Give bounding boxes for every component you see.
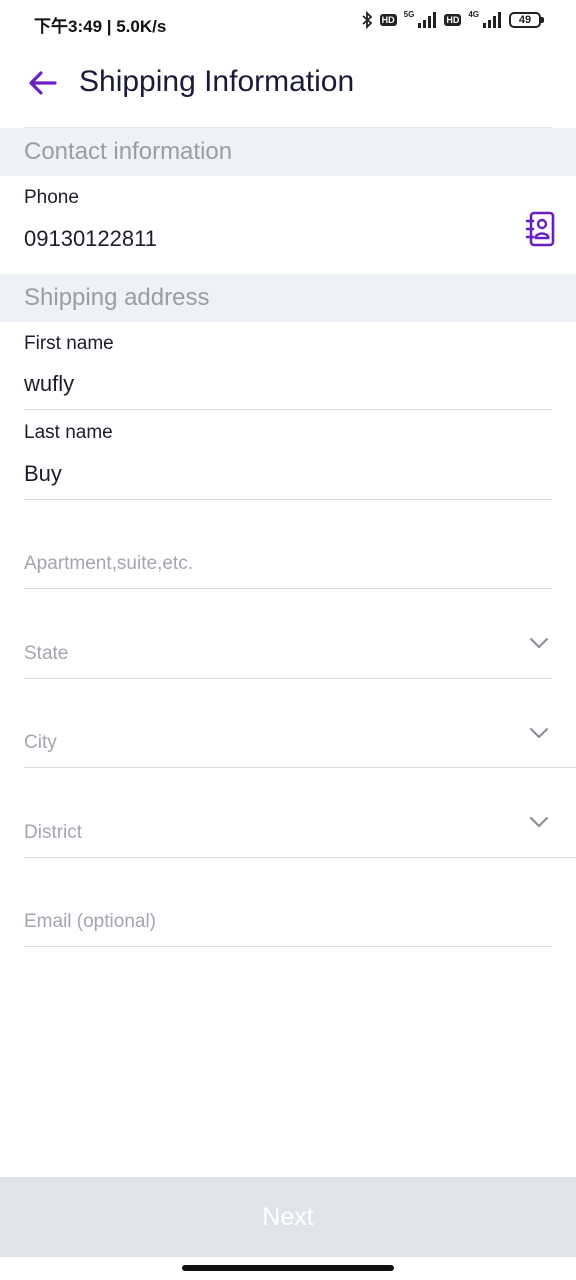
next-button[interactable]: Next bbox=[0, 1177, 576, 1257]
signal-icon-2 bbox=[483, 12, 501, 28]
email-field[interactable]: Email (optional) bbox=[24, 911, 156, 933]
chevron-down-icon[interactable] bbox=[528, 636, 550, 650]
divider bbox=[24, 409, 552, 410]
battery-icon: 49 bbox=[509, 12, 544, 28]
hd-badge-2: HD bbox=[444, 14, 462, 26]
back-button[interactable] bbox=[26, 66, 60, 100]
chevron-down-icon[interactable] bbox=[528, 815, 550, 829]
page-title: Shipping Information bbox=[79, 65, 355, 98]
district-select[interactable]: District bbox=[24, 822, 82, 844]
network-type-label: 5G bbox=[403, 9, 415, 19]
last-name-label: Last name bbox=[24, 422, 113, 443]
arrow-left-icon bbox=[29, 71, 57, 95]
divider bbox=[24, 588, 552, 589]
status-icons: HD 5G HD 4G 49 bbox=[361, 9, 544, 29]
divider bbox=[24, 499, 552, 500]
app-header: Shipping Information bbox=[0, 54, 576, 114]
hd-badge: HD bbox=[379, 14, 397, 26]
address-book-icon bbox=[525, 211, 555, 247]
state-select[interactable]: State bbox=[24, 643, 68, 665]
phone-label: Phone bbox=[24, 187, 79, 208]
home-indicator bbox=[182, 1265, 394, 1271]
network-type-label-2: 4G bbox=[468, 9, 479, 19]
signal-icon bbox=[418, 12, 437, 28]
status-bar: 下午3:49 | 5.0K/s HD 5G HD 4G 49 bbox=[0, 0, 576, 44]
first-name-field[interactable]: wufly bbox=[24, 371, 74, 397]
last-name-field[interactable]: Buy bbox=[24, 461, 62, 487]
divider bbox=[24, 946, 552, 947]
divider bbox=[24, 857, 576, 858]
divider bbox=[24, 678, 552, 679]
section-header-contact: Contact information bbox=[0, 128, 576, 176]
contacts-button[interactable] bbox=[525, 211, 557, 247]
apartment-field[interactable]: Apartment,suite,etc. bbox=[24, 553, 193, 575]
city-select[interactable]: City bbox=[24, 732, 57, 754]
section-header-shipping: Shipping address bbox=[0, 274, 576, 322]
chevron-down-icon[interactable] bbox=[528, 726, 550, 740]
bluetooth-icon bbox=[362, 11, 372, 29]
status-time: 下午3:49 | 5.0K/s bbox=[34, 17, 167, 36]
first-name-label: First name bbox=[24, 333, 114, 354]
phone-field[interactable]: 09130122811 bbox=[24, 226, 157, 252]
battery-level: 49 bbox=[509, 12, 541, 28]
divider bbox=[24, 767, 576, 768]
